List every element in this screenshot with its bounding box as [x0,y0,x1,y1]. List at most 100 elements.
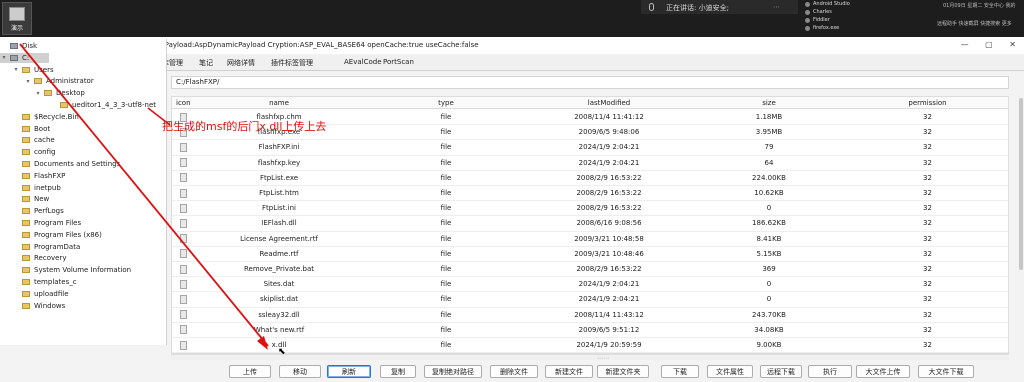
tree-node[interactable]: templates_c [12,277,77,287]
tree-node[interactable]: System Volume Information [12,265,131,275]
table-row[interactable]: Readme.rtf file 2009/3/21 10:48:46 5.15KB 32 [172,247,1008,262]
cell-lastModified: 2009/3/21 10:48:46 [574,249,644,258]
window-controls[interactable]: — ▢ ✕ [961,40,1016,49]
tree-node-label: Users [34,65,54,74]
action-button[interactable]: 下载 [661,365,699,378]
column-header-size[interactable]: size [688,97,850,108]
column-header-icon[interactable]: icon [176,97,196,108]
file-icon [180,216,187,230]
tree-node[interactable]: cache [12,135,55,145]
cell-type: file [440,341,452,350]
expand-toggle-icon[interactable]: ▾ [34,90,42,97]
action-button[interactable]: 刷新 [327,365,371,378]
cell-lastModified: 2009/6/5 9:51:12 [578,325,640,334]
action-button[interactable]: 新建文件夹 [597,365,649,378]
action-button[interactable]: 大文件下载 [918,365,974,378]
tab-8[interactable]: PortScan [383,58,414,66]
action-button[interactable]: 上传 [229,365,271,378]
table-row[interactable]: Sites.dat file 2024/1/9 2:04:21 0 32 [172,277,1008,293]
table-row[interactable]: FtpList.htm file 2008/2/9 16:53:22 10.62KB 3… [172,186,1008,202]
tab-5[interactable]: 网络详情 [227,58,255,68]
directory-tree[interactable]: Disk ▾ C: ▾ Users ▾ Administrator ▾ Desktop uedit… [0,39,167,345]
folder-icon [22,243,30,250]
cell-permission: 32 [923,219,932,228]
column-header-name[interactable]: name [196,97,362,108]
column-header-type[interactable]: type [362,97,530,108]
action-button-bar: 上传 移动 刷新 复制 复制绝对路径 删除文件 新建文件 新建文件夹 下载 文件属性 远程下载 执行大… [0,361,1024,382]
tree-node[interactable]: $Recycle.Bin [12,112,79,122]
table-row[interactable]: flashfxp.key file 2024/1/9 2:04:21 64 32 [172,156,1008,171]
table-row[interactable]: FlashFXP.ini file 2024/1/9 2:04:21 79 32 [172,140,1008,156]
cell-size: 0 [766,204,772,213]
action-button[interactable]: 大文件上传 [856,365,910,378]
tree-node[interactable]: uploadfile [12,289,69,299]
action-button[interactable]: 远程下载 [760,365,802,378]
action-button[interactable]: 文件属性 [707,365,753,378]
tree-node[interactable]: Documents and Settings [12,159,120,169]
table-row[interactable]: FtpList.ini file 2008/2/9 16:53:22 0 32 [172,201,1008,217]
action-button[interactable]: 移动 [279,365,321,378]
desktop-shortcut-icon[interactable]: 演示 [2,2,32,35]
table-row[interactable]: License Agreement.rtf file 2009/3/21 10:48… [172,232,1008,247]
tree-node[interactable]: inetpub [12,183,61,193]
action-button[interactable]: 新建文件 [545,365,593,378]
folder-icon [22,220,30,226]
more-icon[interactable]: ⋯ [773,3,780,11]
taskbar-app[interactable]: Charles [805,8,850,16]
file-icon [180,186,187,200]
tree-node[interactable]: ▾ Desktop [34,88,85,98]
table-row[interactable]: IEFlash.dll file 2008/6/16 9:08:56 186.62KB… [172,216,1008,232]
table-row[interactable]: ssleay32.dll file 2008/11/4 11:43:12 243.70… [172,308,1008,323]
tree-node[interactable]: ProgramData [12,242,80,252]
column-header-lastModified[interactable]: lastModified [530,97,688,108]
tree-node[interactable]: PerfLogs [12,206,64,216]
tree-node[interactable]: Recovery [12,253,66,263]
cell-permission: 32 [923,189,932,198]
action-button[interactable]: 执行 [808,365,852,378]
action-button[interactable]: 删除文件 [490,365,538,378]
column-header-permission[interactable]: permission [850,97,1005,108]
tab-4[interactable]: 笔记 [199,58,213,68]
path-input[interactable]: C:/FlashFXP/ [171,76,1009,89]
tree-node[interactable]: Windows [12,301,65,311]
taskbar-app[interactable]: firefox.exe [805,24,850,32]
tree-node[interactable]: ▾ Users [12,65,54,75]
vertical-scrollbar[interactable] [1018,96,1024,360]
horizontal-splitter[interactable]: ⋯⋯ [171,354,1009,362]
table-row[interactable]: What's new.rtf file 2009/6/5 9:51:12 34.08K… [172,323,1008,338]
tree-node[interactable]: FlashFXP [12,171,65,181]
table-row[interactable]: x.dll file 2024/1/9 20:59:59 9.00KB 32 [172,338,1008,353]
cell-size: 9.00KB [756,341,782,350]
taskbar-app[interactable]: Android Studio [805,0,850,8]
table-row[interactable]: skiplist.dat file 2024/1/9 2:04:21 0 32 [172,292,1008,308]
tree-node[interactable]: New [12,194,49,204]
tree-node[interactable]: Boot [12,124,50,134]
cell-name: ssleay32.dll [258,310,300,319]
taskbar-app[interactable]: Fiddler [805,16,850,24]
tree-node[interactable]: config [12,147,55,157]
folder-icon [22,125,30,132]
expand-toggle-icon[interactable]: ▾ [24,78,32,85]
action-button[interactable]: 复制 [380,365,416,378]
disk-icon [10,54,18,61]
table-row[interactable]: Remove_Private.bat file 2008/2/9 16:53:22 3… [172,262,1008,278]
table-row[interactable]: FtpList.exe file 2008/2/9 16:53:22 224.00KB… [172,171,1008,186]
cell-size: 64 [764,158,774,167]
cell-type: file [440,113,452,122]
scrollbar-thumb[interactable] [1019,98,1023,270]
tree-node[interactable]: ▾ Administrator [24,76,93,86]
cell-lastModified: 2008/2/9 16:53:22 [576,204,642,213]
tree-node[interactable]: Program Files [12,218,81,228]
tree-node[interactable]: ▾ C: [0,52,50,63]
expand-toggle-icon[interactable]: ▾ [0,54,8,61]
tree-node[interactable]: ueditor1_4_3_3-utf8-net [50,100,156,110]
tree-node[interactable]: Program Files (x86) [12,230,102,240]
expand-toggle-icon[interactable]: ▾ [12,66,20,73]
tree-node[interactable]: Disk [0,41,37,51]
tab-6[interactable]: 插件标签管理 [271,58,313,68]
tree-node-label: Desktop [56,89,85,98]
cell-type: file [440,325,452,334]
action-button[interactable]: 复制绝对路径 [424,365,482,378]
folder-icon [22,208,30,215]
tab-7[interactable]: AEvalCode [344,58,382,66]
